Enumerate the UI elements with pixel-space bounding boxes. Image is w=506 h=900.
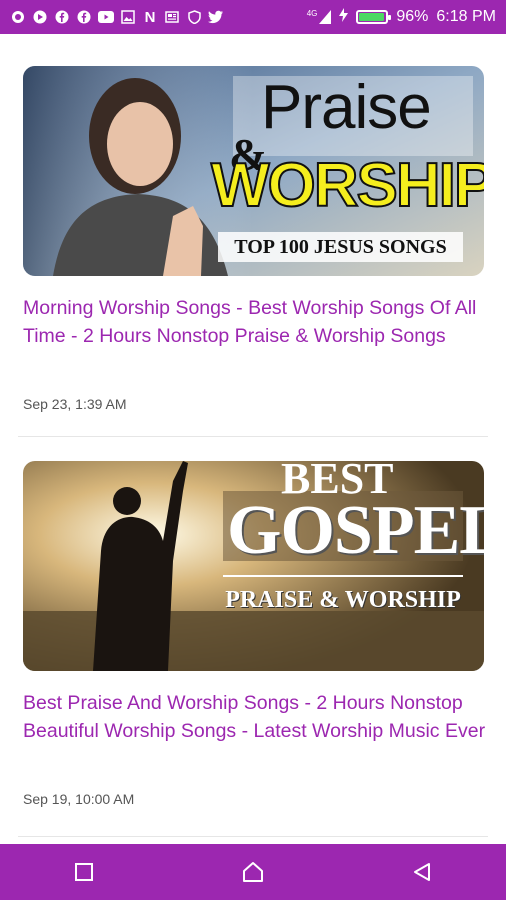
lte-signal-icon: 4G bbox=[307, 10, 332, 24]
recents-square-icon[interactable] bbox=[64, 852, 104, 892]
play-store-icon bbox=[32, 9, 48, 25]
video-date: Sep 23, 1:39 AM bbox=[23, 396, 127, 412]
youtube-icon bbox=[98, 9, 114, 25]
record-icon bbox=[10, 9, 26, 25]
notification-icons: N bbox=[0, 9, 224, 25]
image-icon bbox=[120, 9, 136, 25]
status-bar: N 4G 96% 6:18 PM bbox=[0, 0, 506, 34]
thumb-banner-text: PRAISE & WORSHIP bbox=[225, 587, 461, 613]
thumb-banner-text: TOP 100 JESUS SONGS bbox=[218, 232, 463, 262]
news-icon bbox=[164, 9, 180, 25]
divider bbox=[18, 436, 488, 437]
network-label: 4G bbox=[306, 9, 318, 18]
video-title[interactable]: Morning Worship Songs - Best Worship Son… bbox=[23, 294, 493, 350]
navigation-bar bbox=[0, 844, 506, 900]
video-feed[interactable]: Praise & WORSHIP TOP 100 JESUS SONGS Mor… bbox=[0, 34, 506, 844]
video-thumbnail[interactable]: Praise & WORSHIP TOP 100 JESUS SONGS bbox=[23, 66, 484, 276]
video-title[interactable]: Best Praise And Worship Songs - 2 Hours … bbox=[23, 689, 493, 745]
thumb-praise-text: Praise bbox=[261, 73, 432, 142]
facebook-icon bbox=[76, 9, 92, 25]
netflix-icon: N bbox=[144, 8, 156, 26]
facebook-icon bbox=[54, 9, 70, 25]
battery-percent: 96% bbox=[396, 8, 429, 25]
twitter-icon bbox=[208, 9, 224, 25]
battery-icon bbox=[356, 10, 392, 24]
list-item[interactable]: Praise & WORSHIP TOP 100 JESUS SONGS Mor… bbox=[18, 34, 488, 438]
list-item[interactable]: BEST GOSPEL PRAISE & WORSHIP Best Praise… bbox=[18, 438, 488, 842]
home-icon[interactable] bbox=[233, 852, 273, 892]
system-status: 4G 96% 6:18 PM bbox=[307, 0, 496, 34]
back-triangle-icon[interactable] bbox=[402, 852, 442, 892]
battery-fill bbox=[359, 13, 385, 21]
thumb-gospel-text: GOSPEL bbox=[227, 492, 484, 569]
charging-icon bbox=[339, 7, 349, 27]
divider bbox=[18, 836, 488, 837]
clock: 6:18 PM bbox=[436, 8, 496, 25]
video-date: Sep 19, 10:00 AM bbox=[23, 791, 135, 807]
shield-icon bbox=[186, 9, 202, 25]
thumb-worship-text: WORSHIP bbox=[210, 150, 484, 221]
video-thumbnail[interactable]: BEST GOSPEL PRAISE & WORSHIP bbox=[23, 461, 484, 671]
